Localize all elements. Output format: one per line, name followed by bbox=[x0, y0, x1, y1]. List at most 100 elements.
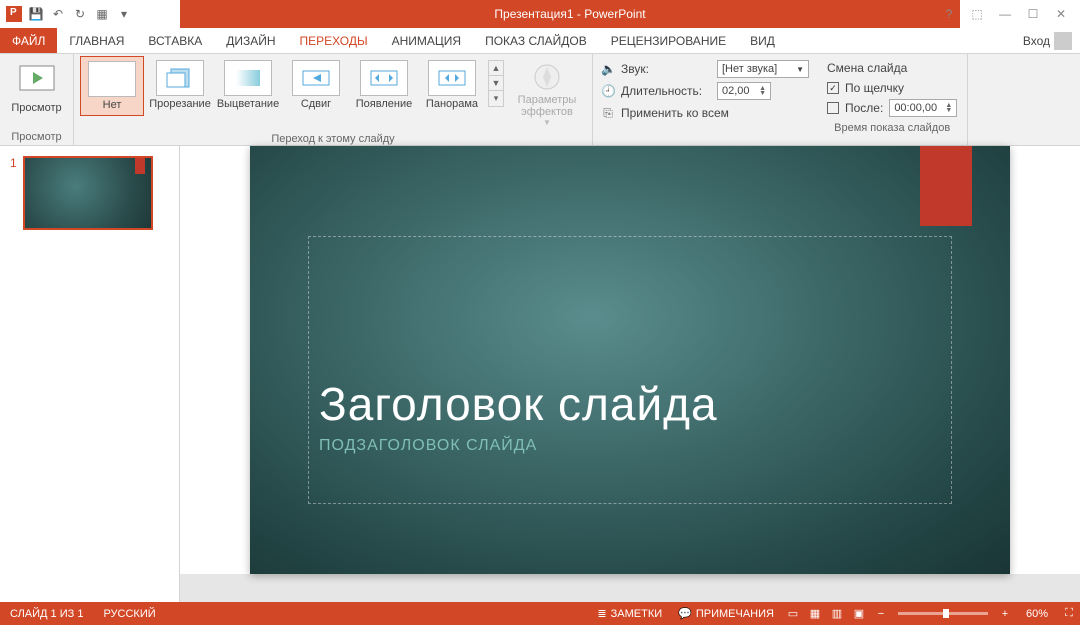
sign-in[interactable]: Вход bbox=[1015, 28, 1080, 53]
duration-value: 02,00 bbox=[722, 85, 750, 97]
transition-fade[interactable]: Выцветание bbox=[216, 56, 280, 114]
onclick-checkbox[interactable]: ✓ bbox=[827, 82, 839, 94]
comments-icon: 💬 bbox=[678, 607, 692, 620]
transition-split-label: Панорама bbox=[426, 98, 478, 110]
gallery-up-icon[interactable]: ▲ bbox=[489, 61, 503, 76]
window-controls: ? ⬚ — ☐ ✕ bbox=[930, 0, 1080, 28]
app-icon bbox=[6, 6, 22, 22]
transition-fade-icon bbox=[224, 60, 272, 96]
transition-push-label: Сдвиг bbox=[301, 98, 331, 110]
ribbon: Просмотр Просмотр Нет Прорезание Выцвета… bbox=[0, 54, 1080, 146]
thumbnail-panel: 1 bbox=[0, 146, 180, 602]
avatar-icon bbox=[1054, 32, 1072, 50]
zoom-out-icon[interactable]: − bbox=[870, 602, 892, 625]
view-sorter-icon[interactable]: ▦ bbox=[804, 602, 826, 625]
tab-file[interactable]: ФАЙЛ bbox=[0, 28, 57, 53]
transition-split-icon bbox=[428, 60, 476, 96]
chevron-down-icon: ▼ bbox=[543, 118, 551, 127]
view-reading-icon[interactable]: ▥ bbox=[826, 602, 848, 625]
transition-split[interactable]: Панорама bbox=[420, 56, 484, 114]
slide-area: Заголовок слайда ПОДЗАГОЛОВОК СЛАЙДА bbox=[180, 146, 1080, 602]
redo-icon[interactable]: ↻ bbox=[72, 6, 88, 22]
tab-view[interactable]: ВИД bbox=[738, 28, 787, 53]
view-normal-icon[interactable]: ▭ bbox=[782, 602, 804, 625]
after-time-input[interactable]: 00:00,00 ▲▼ bbox=[889, 99, 957, 117]
close-icon[interactable]: ✕ bbox=[1052, 5, 1070, 23]
quick-access-toolbar: 💾 ↶ ↻ ▦ ▾ bbox=[0, 0, 138, 28]
zoom-thumb[interactable] bbox=[943, 609, 949, 618]
thumb-preview bbox=[23, 156, 153, 230]
ribbon-tabs: ФАЙЛ ГЛАВНАЯ ВСТАВКА ДИЗАЙН ПЕРЕХОДЫ АНИ… bbox=[0, 28, 1080, 54]
transition-push[interactable]: Сдвиг bbox=[284, 56, 348, 114]
group-timing-left: 🔈 Звук: [Нет звука]▼ 🕘 Длительность: 02,… bbox=[593, 54, 817, 145]
save-icon[interactable]: 💾 bbox=[28, 6, 44, 22]
tab-home[interactable]: ГЛАВНАЯ bbox=[57, 28, 136, 53]
transition-none-label: Нет bbox=[103, 99, 122, 111]
slide-thumbnail-1[interactable]: 1 bbox=[10, 156, 169, 230]
transition-fade-label: Выцветание bbox=[217, 98, 279, 110]
group-preview-label: Просмотр bbox=[6, 129, 67, 145]
qat-dropdown-icon[interactable]: ▾ bbox=[116, 6, 132, 22]
notes-label: ЗАМЕТКИ bbox=[611, 608, 663, 620]
preview-button[interactable]: Просмотр bbox=[6, 56, 67, 118]
duration-label: Длительность: bbox=[621, 84, 711, 98]
notes-button[interactable]: ≣ ЗАМЕТКИ bbox=[589, 602, 670, 625]
spinner-icon[interactable]: ▲▼ bbox=[759, 86, 766, 96]
workspace: 1 Заголовок слайда ПОДЗАГОЛОВОК СЛАЙДА bbox=[0, 146, 1080, 602]
tab-transitions[interactable]: ПЕРЕХОДЫ bbox=[288, 28, 380, 53]
duration-input[interactable]: 02,00 ▲▼ bbox=[717, 82, 771, 100]
slide-canvas[interactable]: Заголовок слайда ПОДЗАГОЛОВОК СЛАЙДА bbox=[180, 146, 1080, 574]
transition-none-icon bbox=[88, 61, 136, 97]
sound-dropdown[interactable]: [Нет звука]▼ bbox=[717, 60, 809, 78]
spinner-icon[interactable]: ▲▼ bbox=[945, 103, 952, 113]
zoom-percent[interactable]: 60% bbox=[1016, 608, 1058, 620]
effect-options-label: Параметры эффектов bbox=[512, 94, 582, 118]
tab-animations[interactable]: АНИМАЦИЯ bbox=[380, 28, 473, 53]
effect-options-button: Параметры эффектов ▼ bbox=[508, 56, 586, 131]
undo-icon[interactable]: ↶ bbox=[50, 6, 66, 22]
comments-button[interactable]: 💬 ПРИМЕЧАНИЯ bbox=[670, 602, 782, 625]
transition-push-icon bbox=[292, 60, 340, 96]
status-slide-count[interactable]: СЛАЙД 1 ИЗ 1 bbox=[0, 608, 93, 620]
notes-icon: ≣ bbox=[597, 607, 606, 620]
after-checkbox[interactable] bbox=[827, 102, 839, 114]
sign-in-label: Вход bbox=[1023, 34, 1050, 48]
zoom-slider[interactable] bbox=[898, 612, 988, 615]
comments-label: ПРИМЕЧАНИЯ bbox=[696, 608, 774, 620]
transition-none[interactable]: Нет bbox=[80, 56, 144, 116]
transition-cut[interactable]: Прорезание bbox=[148, 56, 212, 114]
title-placeholder[interactable]: Заголовок слайда ПОДЗАГОЛОВОК СЛАЙДА bbox=[308, 236, 952, 504]
start-slideshow-icon[interactable]: ▦ bbox=[94, 6, 110, 22]
tab-design[interactable]: ДИЗАЙН bbox=[214, 28, 287, 53]
status-language[interactable]: РУССКИЙ bbox=[93, 608, 165, 620]
thumb-number: 1 bbox=[10, 156, 17, 230]
sound-value: [Нет звука] bbox=[722, 63, 777, 75]
transition-wipe-icon bbox=[360, 60, 408, 96]
maximize-icon[interactable]: ☐ bbox=[1024, 5, 1042, 23]
tab-insert[interactable]: ВСТАВКА bbox=[136, 28, 214, 53]
group-advance-label: Время показа слайдов bbox=[827, 120, 957, 136]
zoom-in-icon[interactable]: + bbox=[994, 602, 1016, 625]
help-icon[interactable]: ? bbox=[940, 5, 958, 23]
transition-wipe[interactable]: Появление bbox=[352, 56, 416, 114]
gallery-more-icon[interactable]: ▾ bbox=[489, 91, 503, 106]
ribbon-display-icon[interactable]: ⬚ bbox=[968, 5, 986, 23]
sound-icon: 🔈 bbox=[601, 62, 615, 76]
slide: Заголовок слайда ПОДЗАГОЛОВОК СЛАЙДА bbox=[250, 146, 1010, 574]
title-bar: 💾 ↶ ↻ ▦ ▾ Презентация1 - PowerPoint ? ⬚ … bbox=[0, 0, 1080, 28]
effect-options-icon bbox=[530, 60, 564, 94]
transition-cut-label: Прорезание bbox=[149, 98, 211, 110]
gallery-down-icon[interactable]: ▼ bbox=[489, 76, 503, 91]
preview-label: Просмотр bbox=[11, 102, 61, 114]
view-slideshow-icon[interactable]: ▣ bbox=[848, 602, 870, 625]
group-transition-gallery: Нет Прорезание Выцветание Сдвиг Появлени… bbox=[74, 54, 593, 145]
tab-slideshow[interactable]: ПОКАЗ СЛАЙДОВ bbox=[473, 28, 599, 53]
group-gallery-label: Переход к этому слайду bbox=[80, 131, 586, 147]
preview-icon bbox=[17, 60, 57, 100]
transition-wipe-label: Появление bbox=[356, 98, 412, 110]
minimize-icon[interactable]: — bbox=[996, 5, 1014, 23]
tab-review[interactable]: РЕЦЕНЗИРОВАНИЕ bbox=[599, 28, 738, 53]
transition-cut-icon bbox=[156, 60, 204, 96]
fit-window-icon[interactable]: ⛶ bbox=[1058, 602, 1080, 625]
apply-to-all-button[interactable]: Применить ко всем bbox=[621, 106, 729, 120]
